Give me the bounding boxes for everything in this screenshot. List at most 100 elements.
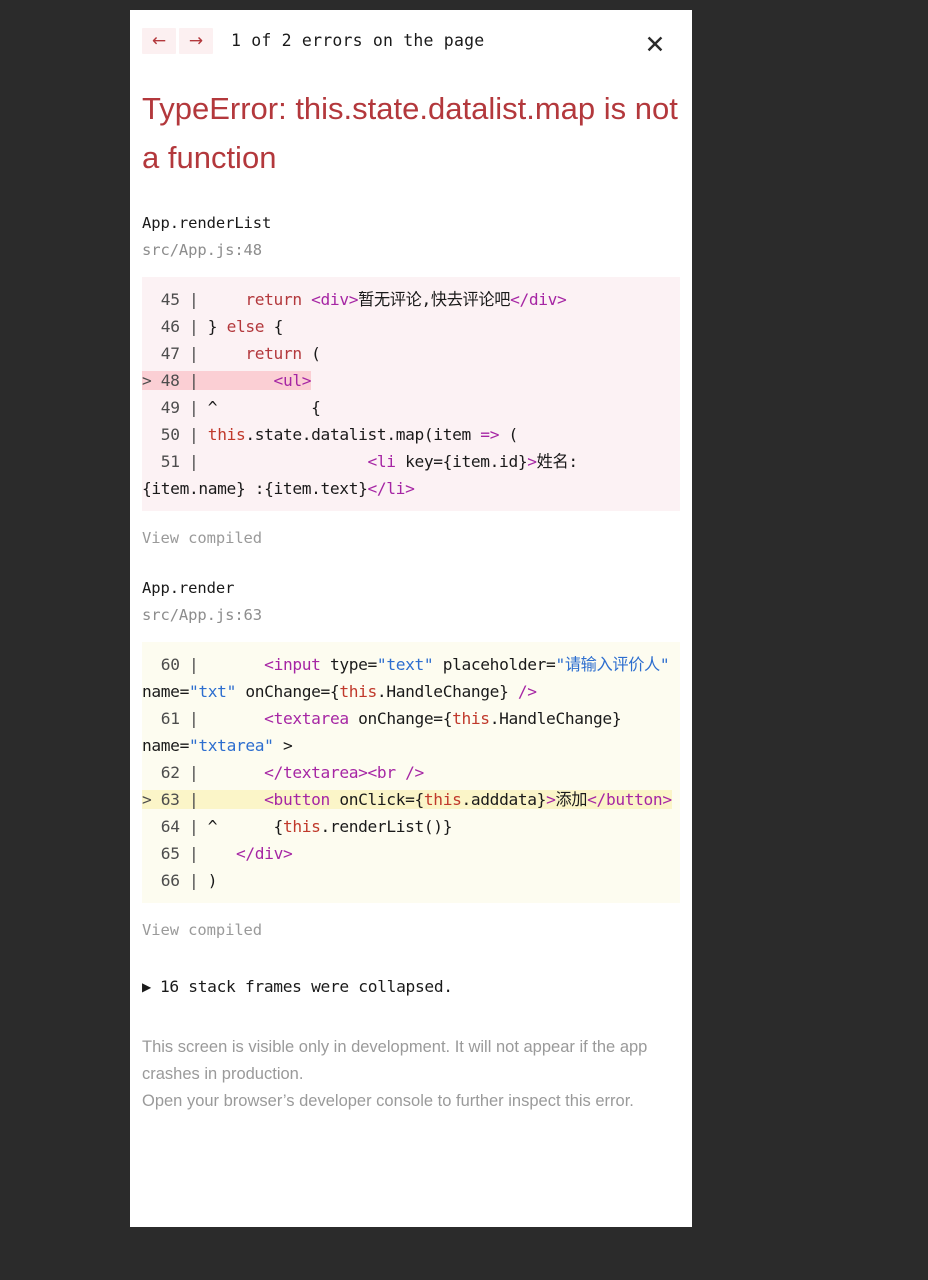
code-token: } (198, 317, 227, 336)
code-snippet: 45 | return <div>暂无评论,快去评论吧</div> 46 | }… (142, 277, 680, 511)
code-line: 50 | this.state.datalist.map(item => ( (142, 425, 518, 444)
code-token: .adddata} (461, 790, 547, 809)
code-token: this (452, 709, 490, 728)
code-line-number: 65 | (142, 844, 199, 863)
react-error-overlay: ← → 1 of 2 errors on the page ✕ TypeErro… (130, 10, 692, 1227)
code-token: .state.datalist.map(item (245, 425, 481, 444)
stack-frame: App.renderList src/App.js:48 45 | return … (142, 212, 680, 547)
code-line-highlighted: > 48 | <ul> (142, 371, 311, 390)
code-line: 66 | ) (142, 871, 218, 890)
code-token: .HandleChange} (376, 682, 509, 701)
code-token: .HandleChange} (489, 709, 622, 728)
code-token: /> (508, 682, 537, 701)
code-line-number: 61 | (142, 709, 199, 728)
code-token: <input (264, 655, 321, 674)
code-line: 47 | return ( (142, 344, 321, 363)
code-token: </div> (235, 844, 293, 863)
footer-note: This screen is visible only in developme… (142, 1034, 680, 1115)
code-line: 46 | } else { (142, 317, 284, 336)
code-token: onChange={ (348, 709, 453, 728)
code-token: onChange={ (235, 682, 340, 701)
code-line: 64 | ^ {this.renderList()} (142, 817, 453, 836)
code-line: 62 | </textarea><br /> (142, 763, 424, 782)
code-token: this (207, 425, 246, 444)
code-token: { (264, 317, 284, 336)
code-token: <li (367, 452, 397, 471)
next-error-button[interactable]: → (179, 28, 213, 54)
code-token: ^ { (198, 398, 321, 417)
code-token: 暂无评论,快去评论吧 (358, 290, 511, 309)
code-token: ( (499, 425, 518, 444)
code-line-number: > 63 | (142, 790, 199, 809)
code-line-number: > 48 | (142, 371, 199, 390)
code-snippet: 60 | <input type="text" placeholder="请输入… (142, 642, 680, 903)
view-compiled-link[interactable]: View compiled (142, 529, 680, 547)
collapsed-frames-label: 16 stack frames were collapsed. (159, 977, 453, 996)
code-line-highlighted: > 63 | <button onClick={this.adddata}>添加… (142, 790, 672, 809)
code-line-number: 47 | (142, 344, 199, 363)
code-line-number: 50 | (142, 425, 199, 444)
stack-frame: App.render src/App.js:63 60 | <input type… (142, 577, 680, 939)
code-token: ^ { (198, 817, 284, 836)
error-count-label: 1 of 2 errors on the page (231, 31, 485, 50)
code-line-number: 62 | (142, 763, 199, 782)
code-token: return (198, 344, 302, 363)
stack-frames-list: App.renderList src/App.js:48 45 | return … (142, 212, 680, 939)
code-token: .renderList()} (320, 817, 453, 836)
code-line: 45 | return <div>暂无评论,快去评论吧</div> (142, 290, 567, 309)
code-token: "请输入评价人" (555, 655, 670, 674)
code-token: placeholder= (433, 655, 556, 674)
code-token: this (339, 682, 377, 701)
code-line-number: 64 | (142, 817, 199, 836)
footer-line-1: This screen is visible only in developme… (142, 1038, 648, 1083)
code-token: > (527, 452, 537, 471)
code-token: <ul> (273, 371, 312, 390)
frame-function-name: App.renderList (142, 214, 272, 232)
code-token: </div> (510, 290, 567, 309)
code-token: "txtarea" (188, 736, 274, 755)
chevron-right-icon: ▶ (142, 979, 151, 994)
frame-source-location: src/App.js:63 (142, 606, 263, 624)
view-compiled-link[interactable]: View compiled (142, 921, 680, 939)
code-token: else (226, 317, 265, 336)
code-token: onClick={ (329, 790, 424, 809)
frame-source-location: src/App.js:48 (142, 241, 263, 259)
code-line: 60 | <input type="text" placeholder="请输入… (142, 655, 679, 701)
code-token: ( (301, 344, 321, 363)
collapsed-frames-toggle[interactable]: ▶ 16 stack frames were collapsed. (142, 977, 680, 996)
previous-error-button[interactable]: ← (142, 28, 176, 54)
frame-function-name: App.render (142, 579, 235, 597)
code-token: return (198, 290, 312, 309)
code-token: <button (264, 790, 330, 809)
code-token: "text" (376, 655, 434, 674)
code-token: "txt" (188, 682, 236, 701)
code-token: 添加 (555, 790, 588, 809)
code-token: </li> (367, 479, 415, 498)
error-nav-group: ← → (142, 28, 213, 54)
footer-line-2: Open your browser’s developer console to… (142, 1092, 634, 1110)
error-title: TypeError: this.state.datalist.map is no… (142, 91, 678, 175)
code-token: > (273, 736, 293, 755)
code-line-number: 46 | (142, 317, 199, 336)
overlay-header: ← → 1 of 2 errors on the page ✕ (142, 10, 680, 68)
code-token: this (282, 817, 321, 836)
code-token: => (480, 425, 500, 444)
code-token: this (423, 790, 462, 809)
code-token: </button> (587, 790, 672, 809)
code-line-number: 51 | (142, 452, 199, 471)
code-token: key={item.id} (395, 452, 528, 471)
code-line-number: 49 | (142, 398, 199, 417)
code-token: type= (320, 655, 377, 674)
code-line: 49 | ^ { (142, 398, 321, 417)
code-line: 51 | <li key={item.id}>姓名:{item.name} :{… (142, 452, 578, 498)
close-icon[interactable]: ✕ (642, 32, 668, 58)
code-line-number: 66 | (142, 871, 199, 890)
